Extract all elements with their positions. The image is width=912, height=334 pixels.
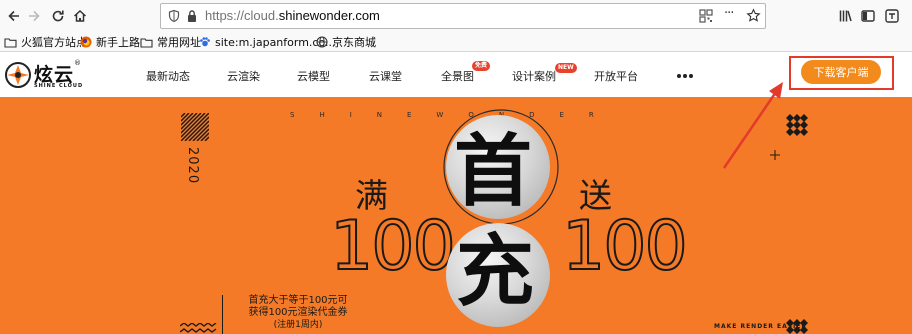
nav-item-design-cases[interactable]: 设计案例 xyxy=(512,68,556,84)
year-label: 2020 xyxy=(185,147,200,185)
folder-icon xyxy=(4,37,17,48)
nav-item-open-platform[interactable]: 开放平台 xyxy=(594,68,638,84)
logo-registered-mark: ® xyxy=(74,59,81,67)
nav-item-cloud-model[interactable]: 云模型 xyxy=(297,68,330,84)
logo-subtitle: SHINE CLOUD xyxy=(34,83,84,89)
zigzag-decoration xyxy=(180,323,217,333)
browser-window: https://cloud.shinewonder.com ··· 火狐官方站点… xyxy=(0,0,912,334)
hatch-square-decoration xyxy=(181,113,209,141)
shield-icon[interactable] xyxy=(167,9,181,23)
promo-divider xyxy=(222,295,223,334)
sphere-char-recharge: 充 xyxy=(456,227,535,317)
bookmark-item[interactable]: 新手上路 xyxy=(80,34,140,50)
dot-icon xyxy=(677,74,681,78)
extension-icon xyxy=(885,9,899,23)
promo-line-1: 首充大于等于100元可 xyxy=(248,295,348,306)
forward-arrow-icon xyxy=(29,10,40,22)
home-button[interactable] xyxy=(68,4,92,28)
dot-icon xyxy=(689,74,693,78)
bookmark-label: 火狐官方站点 xyxy=(21,36,87,49)
sidebar-button[interactable] xyxy=(856,4,880,28)
nav-item-cloud-render[interactable]: 云渲染 xyxy=(227,68,260,84)
promo-line-3: (注册1周内) xyxy=(273,320,323,330)
bookmark-label: 新手上路 xyxy=(96,36,140,49)
site-logo[interactable]: 炫云 ® SHINE CLOUD xyxy=(4,58,84,92)
folder-icon xyxy=(140,37,153,48)
firefox-icon xyxy=(80,36,92,48)
sidebar-icon xyxy=(861,10,875,22)
reload-icon xyxy=(52,10,64,22)
plus-decoration-icon xyxy=(770,150,780,160)
browser-toolbar: https://cloud.shinewonder.com ··· xyxy=(0,0,912,32)
download-client-button[interactable]: 下载客户端 xyxy=(801,60,881,84)
more-menu-button[interactable] xyxy=(677,74,693,78)
sphere-bottom: 充 xyxy=(446,223,550,327)
url-text: https://cloud.shinewonder.com xyxy=(205,8,380,23)
url-scheme: https://cloud. xyxy=(205,8,279,23)
extension-button[interactable] xyxy=(880,4,904,28)
logo-mark-icon xyxy=(5,62,31,88)
home-icon xyxy=(73,9,87,22)
banner-number-right: 100 xyxy=(561,206,689,287)
dot-icon xyxy=(683,74,687,78)
qr-code-icon[interactable] xyxy=(699,9,713,23)
nav-item-cloud-class[interactable]: 云课堂 xyxy=(369,68,402,84)
site-header: 炫云 ® SHINE CLOUD 最新动态 云渲染 云模型 云课堂 全景图 免费… xyxy=(0,52,912,97)
globe-icon xyxy=(316,36,328,48)
promo-text: 首充大于等于100元可 获得100元渲染代金券 (注册1周内) xyxy=(238,295,358,331)
nav-item-panorama[interactable]: 全景图 xyxy=(441,68,474,84)
free-badge: 免费 xyxy=(472,61,491,71)
diamond-grid-decoration xyxy=(786,114,808,136)
bookmark-item[interactable]: 火狐官方站点 xyxy=(4,34,87,50)
promo-banner[interactable]: SHINEWONDER 2020 满 送 100 100 首 充 首充大于等于1… xyxy=(0,97,912,334)
new-badge: NEW xyxy=(555,63,577,73)
bookmark-star-icon[interactable] xyxy=(746,8,761,23)
sphere-top: 首 xyxy=(446,115,550,219)
url-bar[interactable]: https://cloud.shinewonder.com ··· xyxy=(160,3,766,29)
diamond-grid-decoration xyxy=(786,319,808,334)
bookmark-label: 京东商城 xyxy=(332,36,376,49)
bookmark-item[interactable]: 常用网址 xyxy=(140,34,201,50)
page-actions-button[interactable]: ··· xyxy=(724,6,734,21)
forward-button[interactable] xyxy=(22,4,46,28)
promo-line-2: 获得100元渲染代金券 xyxy=(248,307,348,318)
reload-button[interactable] xyxy=(46,4,70,28)
library-icon xyxy=(839,10,852,22)
back-arrow-icon xyxy=(8,10,19,22)
bookmark-label: 常用网址 xyxy=(157,36,201,49)
bookmark-item[interactable]: 京东商城 xyxy=(316,34,376,50)
paw-icon xyxy=(200,37,210,47)
sphere-char-first: 首 xyxy=(454,127,533,217)
library-button[interactable] xyxy=(834,4,858,28)
nav-item-news[interactable]: 最新动态 xyxy=(146,68,190,84)
banner-number-left: 100 xyxy=(329,206,457,287)
url-domain: shinewonder.com xyxy=(278,8,380,23)
lock-icon[interactable] xyxy=(186,9,198,23)
bookmarks-toolbar: 火狐官方站点 新手上路 常用网址 site:m.japanform.co... … xyxy=(0,32,912,52)
